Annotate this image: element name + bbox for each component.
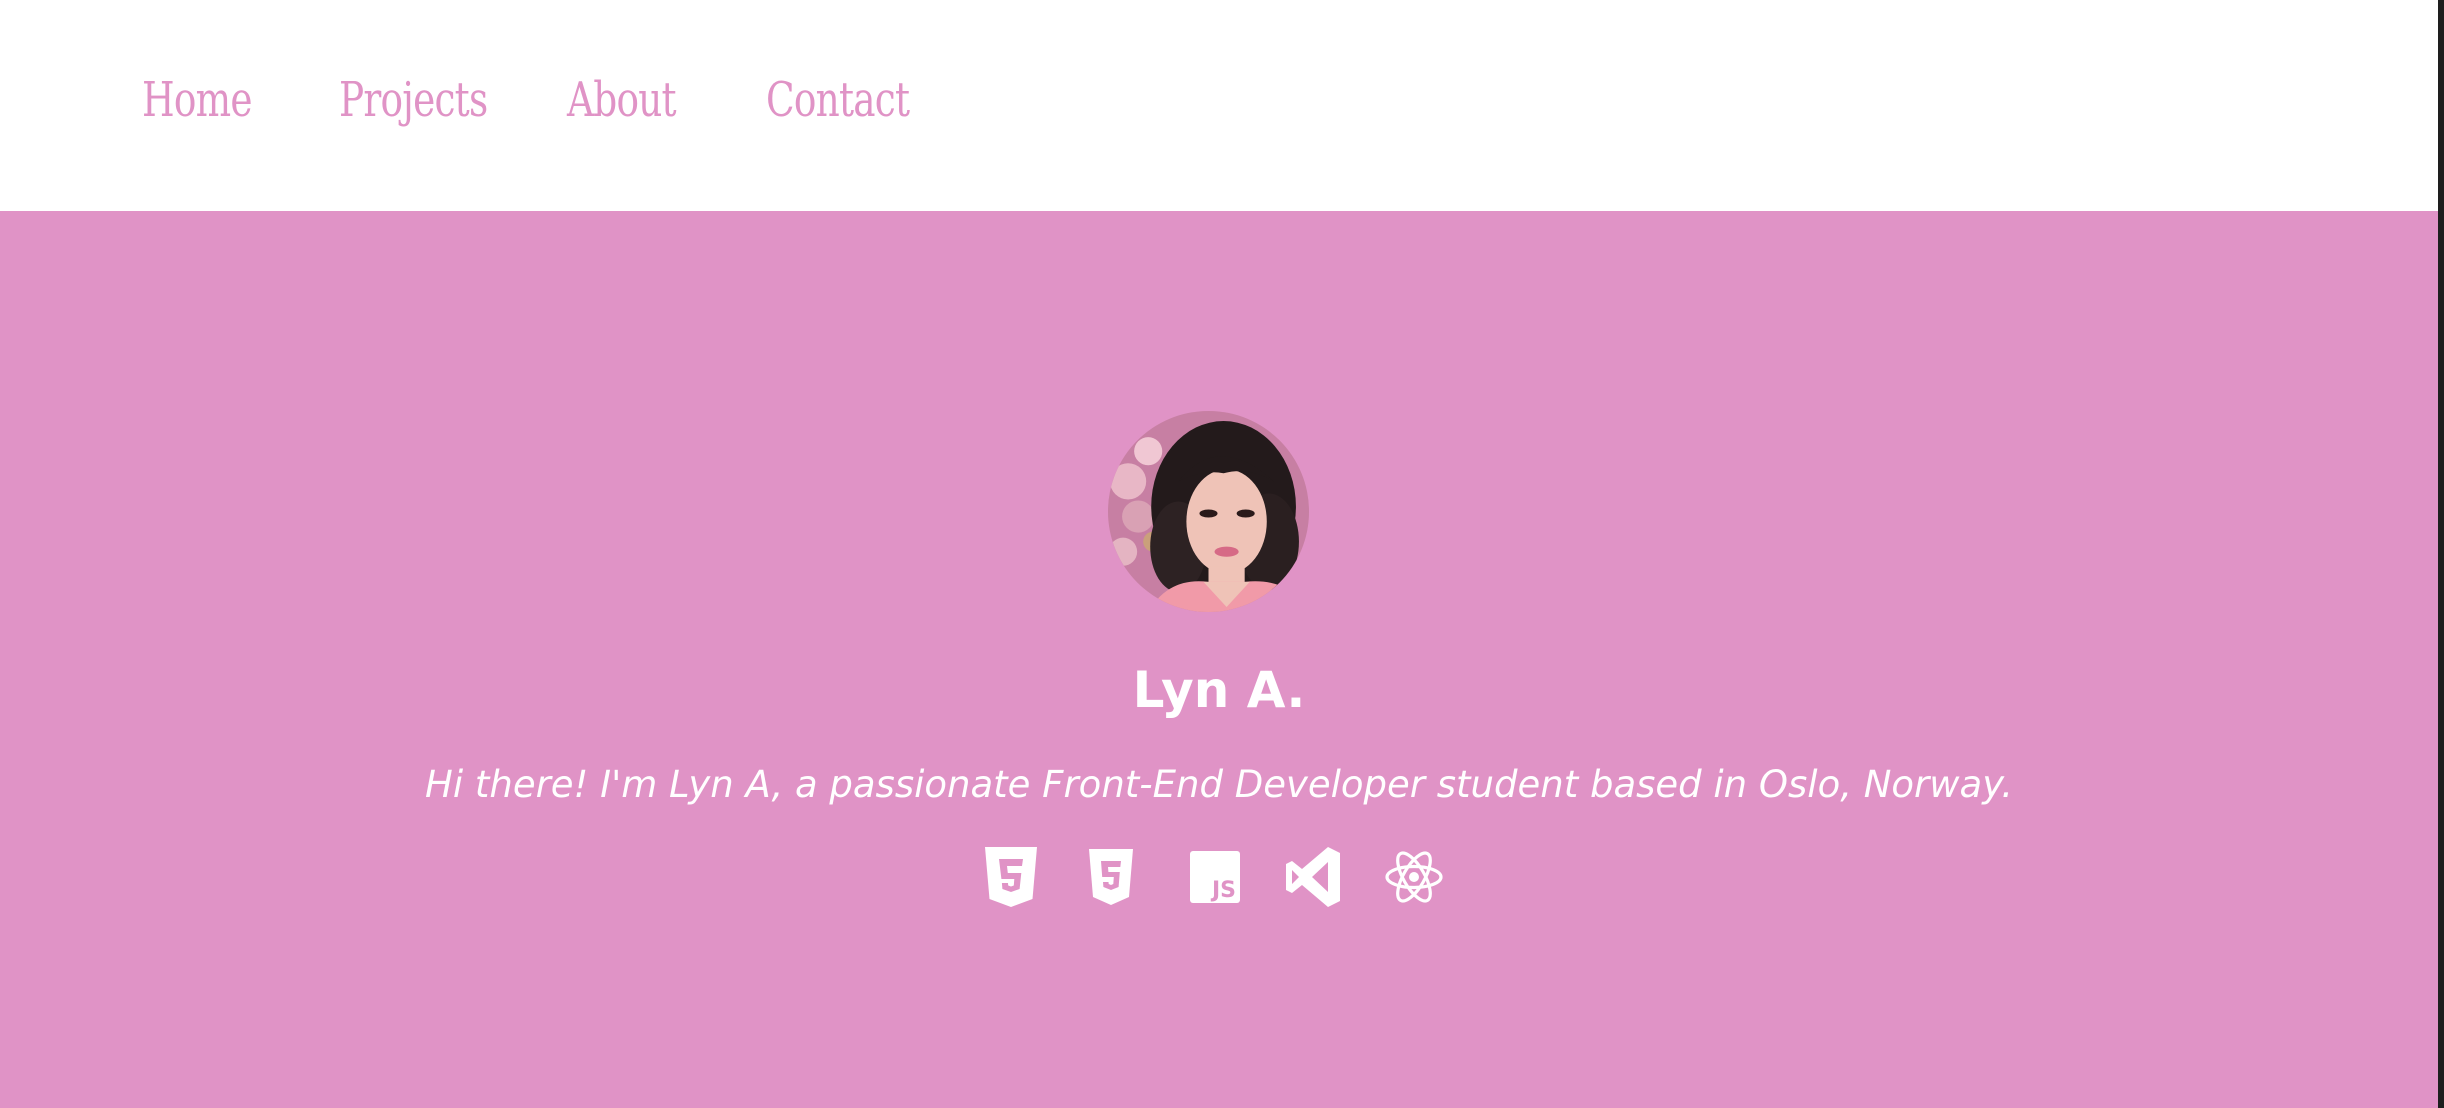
nav-link-projects[interactable]: Projects <box>339 60 488 140</box>
navbar: Home Projects About Contact <box>0 0 2438 211</box>
html5-icon <box>981 845 1041 909</box>
svg-text:JS: JS <box>1210 878 1236 903</box>
visual-studio-icon <box>1284 845 1344 909</box>
avatar <box>1108 411 1309 612</box>
window-edge <box>2438 0 2444 1108</box>
nav-link-home[interactable]: Home <box>142 60 253 140</box>
nav-link-about[interactable]: About <box>567 60 677 140</box>
profile-photo-icon <box>1108 411 1309 612</box>
nav-link-contact[interactable]: Contact <box>766 60 910 140</box>
react-icon <box>1384 845 1444 909</box>
tech-stack-icons: JS <box>976 845 1456 909</box>
page: Home Projects About Contact Lyn A. Hi th… <box>0 0 2438 1108</box>
css3-icon <box>1081 845 1141 909</box>
profile-tagline: Hi there! I'm Lyn A, a passionate Front-… <box>425 763 2013 806</box>
profile-name: Lyn A. <box>1132 661 1306 719</box>
javascript-icon: JS <box>1184 845 1244 909</box>
